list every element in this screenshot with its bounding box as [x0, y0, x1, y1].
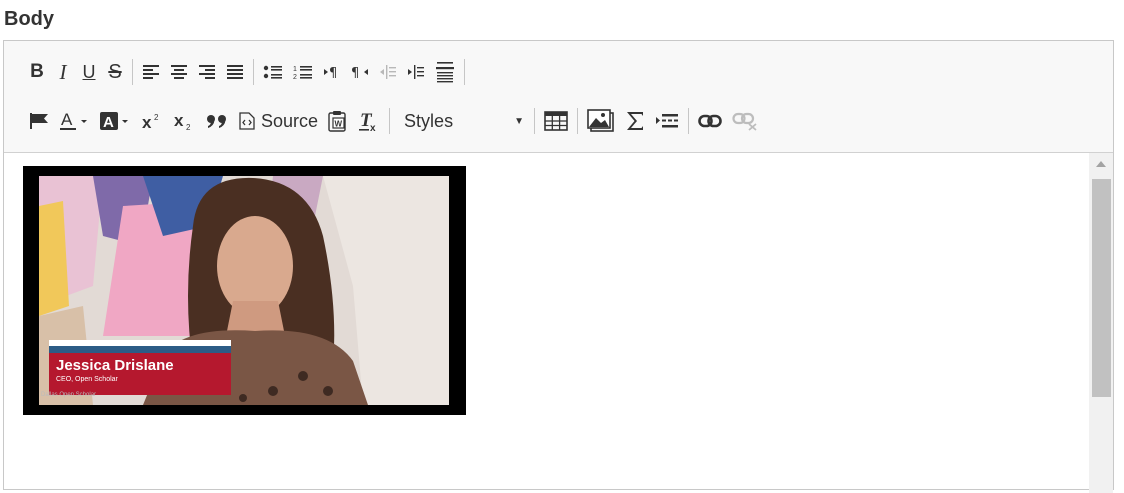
align-left-button[interactable]: [137, 57, 165, 87]
align-right-button[interactable]: [193, 57, 221, 87]
strikethrough-icon: S: [108, 60, 122, 83]
text-direction-rtl-icon: ¶: [351, 66, 368, 80]
align-justify-button[interactable]: [221, 57, 249, 87]
background-color-button[interactable]: A: [94, 106, 136, 136]
svg-text:x: x: [174, 111, 184, 130]
toolbar-separator: [389, 108, 391, 134]
numbered-list-icon: 12: [293, 66, 312, 80]
source-button-label: Source: [261, 110, 319, 131]
bulleted-list-button[interactable]: [258, 57, 288, 87]
svg-text:x: x: [370, 123, 376, 132]
svg-text:A: A: [61, 110, 73, 129]
speaker-name: Jessica Drislane: [56, 357, 174, 374]
toolbar-row-2: A A x2 x2 Source W Tx Styles ▼: [24, 106, 763, 136]
image-icon: [587, 109, 614, 132]
toolbar-separator: [253, 59, 254, 85]
strikethrough-button[interactable]: S: [102, 57, 128, 87]
toolbar-separator: [132, 59, 133, 85]
remove-format-button[interactable]: Tx: [353, 106, 385, 136]
text-color-icon: A: [60, 110, 87, 130]
rich-text-editor: B I U S 12 ¶ ¶ A A x 2 x 2 Source W T x …: [3, 40, 1114, 493]
bold-icon: B: [30, 61, 44, 82]
svg-text:¶: ¶: [351, 66, 359, 80]
lower-third-banner: Jessica Drislane CEO, Open Scholar: [49, 340, 231, 395]
align-right-icon: [199, 65, 215, 79]
outdent-icon: [380, 65, 396, 79]
flag-icon: [30, 113, 48, 129]
table-button[interactable]: [539, 106, 573, 136]
subscript-button[interactable]: x2: [168, 106, 200, 136]
bulleted-list-icon: [263, 65, 282, 79]
source-code-icon: [239, 112, 255, 130]
svg-text:2: 2: [293, 74, 297, 80]
svg-text:¶: ¶: [329, 66, 337, 80]
outdent-button[interactable]: [374, 57, 402, 87]
italic-icon: I: [59, 59, 67, 84]
toolbar-separator: [688, 108, 690, 134]
chevron-down-icon: ▼: [514, 115, 525, 127]
field-label-body: Body: [4, 8, 54, 30]
blockquote-button[interactable]: [200, 106, 234, 136]
vertical-scrollbar[interactable]: [1089, 153, 1113, 493]
subscript-icon: x2: [174, 111, 191, 131]
quote-icon: [207, 115, 226, 128]
svg-text:2: 2: [154, 113, 159, 122]
editor-content-area[interactable]: Jessica Drislane CEO, Open Scholar Dalla…: [4, 153, 1090, 493]
superscript-button[interactable]: x2: [136, 106, 168, 136]
svg-text:2: 2: [186, 123, 191, 131]
svg-text:1: 1: [293, 66, 297, 73]
toolbar-row-1: B I U S 12 ¶ ¶: [24, 57, 469, 87]
paste-from-word-button[interactable]: W: [323, 106, 353, 136]
underline-button[interactable]: U: [76, 57, 102, 87]
italic-button[interactable]: I: [50, 57, 76, 87]
rtl-button[interactable]: ¶: [346, 57, 374, 87]
paste-from-word-icon: W: [328, 111, 346, 132]
unlink-button[interactable]: [727, 106, 763, 136]
table-icon: [544, 111, 568, 131]
underline-icon: U: [82, 61, 96, 82]
horizontal-rule-icon: [436, 62, 454, 83]
source-button[interactable]: Source: [234, 106, 323, 136]
styles-dropdown[interactable]: Styles ▼: [394, 106, 530, 136]
align-center-button[interactable]: [165, 57, 193, 87]
toolbar-separator: [534, 108, 536, 134]
toolbar-separator: [464, 59, 465, 85]
ltr-button[interactable]: ¶: [318, 57, 346, 87]
numbered-list-button[interactable]: 12: [288, 57, 318, 87]
background-color-icon: A: [100, 112, 128, 131]
align-justify-icon: [227, 65, 243, 79]
remove-format-icon: Tx: [359, 110, 376, 132]
align-center-icon: [171, 65, 187, 79]
styles-dropdown-label: Styles: [404, 110, 454, 131]
link-button[interactable]: [693, 106, 727, 136]
text-direction-ltr-icon: ¶: [324, 66, 337, 80]
unlink-icon: [732, 112, 757, 131]
link-icon: [698, 114, 722, 128]
indent-icon: [408, 65, 424, 79]
image-button[interactable]: [582, 106, 620, 136]
svg-text:W: W: [335, 120, 343, 129]
indent-block-button[interactable]: [650, 106, 684, 136]
align-left-icon: [143, 65, 159, 79]
horizontal-rule-button[interactable]: [430, 57, 460, 87]
banner-name-plate: Jessica Drislane CEO, Open Scholar: [49, 353, 231, 395]
editor-toolbar: B I U S 12 ¶ ¶ A A x 2 x 2 Source W T x …: [4, 41, 1113, 153]
channel-strip: Dallas Open Scholar: [41, 392, 97, 398]
sigma-icon: [627, 112, 644, 130]
bold-button[interactable]: B: [24, 57, 50, 87]
speaker-title: CEO, Open Scholar: [56, 376, 118, 383]
indent-button[interactable]: [402, 57, 430, 87]
svg-text:A: A: [103, 114, 114, 131]
indent-block-icon: [656, 114, 679, 128]
math-button[interactable]: [620, 106, 650, 136]
anchor-button[interactable]: [24, 106, 54, 136]
embedded-video-thumbnail[interactable]: Jessica Drislane CEO, Open Scholar Dalla…: [23, 166, 466, 415]
scroll-up-arrow-icon[interactable]: [1096, 161, 1106, 167]
svg-text:x: x: [142, 113, 152, 131]
toolbar-separator: [577, 108, 579, 134]
text-color-button[interactable]: A: [54, 106, 94, 136]
scrollbar-thumb[interactable]: [1092, 179, 1111, 397]
superscript-icon: x2: [142, 113, 159, 131]
banner-stripe-blue: [49, 346, 231, 353]
